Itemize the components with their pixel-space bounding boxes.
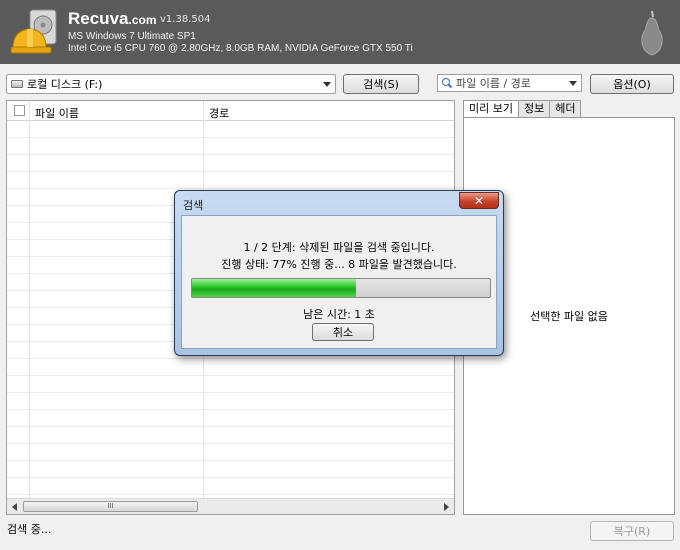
cancel-button[interactable]: 취소: [312, 323, 374, 341]
os-info: MS Windows 7 Ultimate SP1: [68, 31, 196, 42]
scan-stage-text: 1 / 2 단계: 삭제된 파일을 검색 중입니다.: [243, 241, 435, 254]
pear-logo-icon: [641, 10, 663, 56]
status-text: 검색 중...: [7, 523, 52, 536]
column-header-path[interactable]: 경로: [209, 105, 229, 121]
scan-dialog: 검색 ✕ 1 / 2 단계: 삭제된 파일을 검색 중입니다. 진행 상태: 7…: [174, 190, 504, 356]
chevron-down-icon: [569, 80, 577, 86]
dialog-body: 1 / 2 단계: 삭제된 파일을 검색 중입니다. 진행 상태: 77% 진행…: [181, 215, 497, 349]
dialog-title: 검색: [183, 199, 204, 212]
options-button[interactable]: 옵션(O): [590, 74, 674, 94]
tab-info[interactable]: 정보: [517, 100, 551, 117]
filter-select[interactable]: 파일 이름 / 경로: [437, 74, 582, 92]
drive-select[interactable]: 로컬 디스크 (F:): [6, 74, 336, 94]
restore-button[interactable]: 복구(R): [590, 521, 674, 541]
info-tabs: 미리 보기 정보 헤더: [463, 100, 582, 118]
scroll-right-icon[interactable]: [444, 503, 449, 511]
progress-bar-fill: [192, 279, 356, 297]
search-button[interactable]: 검색(S): [343, 74, 419, 94]
horizontal-scrollbar[interactable]: III: [7, 498, 454, 514]
tab-preview[interactable]: 미리 보기: [463, 100, 519, 118]
close-icon[interactable]: ✕: [459, 192, 499, 209]
file-list-header: 파일 이름 경로: [7, 101, 454, 121]
scroll-thumb[interactable]: III: [23, 501, 198, 512]
hardware-info: Intel Core i5 CPU 760 @ 2.80GHz, 8.0GB R…: [68, 43, 413, 54]
drive-icon: [11, 80, 23, 88]
tab-header[interactable]: 헤더: [549, 100, 582, 117]
app-version: v1.38.504: [160, 14, 211, 25]
app-header: Recuva.com v1.38.504 MS Windows 7 Ultima…: [0, 0, 680, 64]
progress-bar: [191, 278, 491, 298]
remaining-time-text: 남은 시간: 1 초: [303, 308, 375, 321]
app-title: Recuva.com: [68, 9, 157, 28]
select-all-checkbox[interactable]: [14, 105, 25, 116]
search-icon: [442, 78, 452, 88]
scan-progress-text: 진행 상태: 77% 진행 중... 8 파일을 발견했습니다.: [221, 258, 457, 271]
chevron-down-icon: [323, 81, 331, 87]
column-header-filename[interactable]: 파일 이름: [35, 105, 79, 121]
drive-select-value: 로컬 디스크 (F:): [27, 78, 103, 91]
scroll-left-icon[interactable]: [12, 503, 17, 511]
filter-select-value: 파일 이름 / 경로: [456, 77, 531, 90]
recuva-logo-icon: [10, 9, 57, 54]
